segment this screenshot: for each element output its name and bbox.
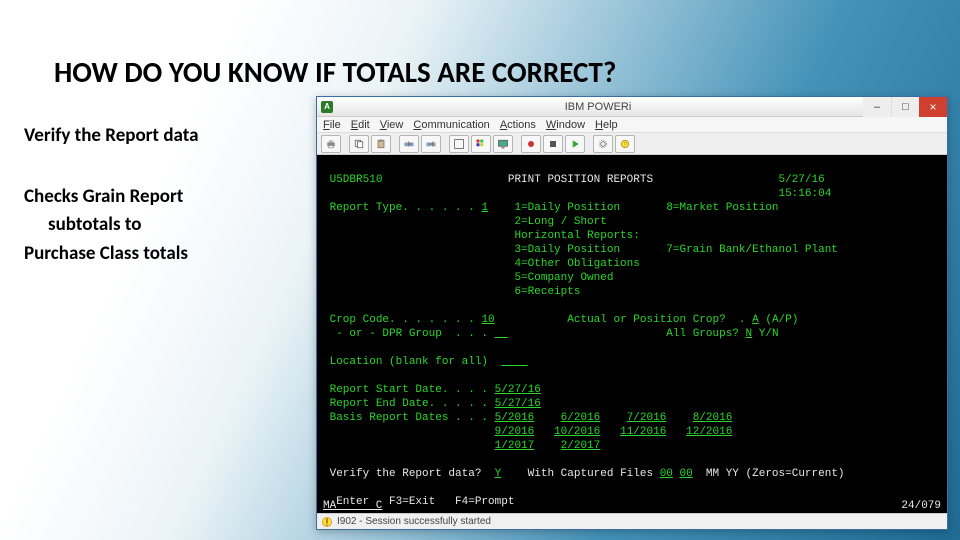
help-icon[interactable]: ? [615,135,635,153]
input-basis-7[interactable]: 11/2016 [620,426,666,438]
input-location[interactable] [501,356,527,368]
input-basis-8[interactable]: 12/2016 [686,426,732,438]
copy-icon[interactable] [349,135,369,153]
slide-text-purchase: Purchase Class totals [24,242,284,267]
field-dates: Report Start Date. . . . 5/27/16 Report … [323,384,732,452]
screen-header: U5DBR510 PRINT POSITION REPORTS 5/27/16 … [323,174,831,200]
input-start-date[interactable]: 5/27/16 [495,384,541,396]
menu-communication[interactable]: Communication [413,119,489,131]
input-basis-6[interactable]: 10/2016 [554,426,600,438]
menu-file[interactable]: File [323,119,341,131]
toolbar: ? [317,133,947,155]
field-location: Location (blank for all) [323,356,528,368]
menu-bar[interactable]: File Edit View Communication Actions Win… [317,117,947,133]
slide-left-column: Verify the Report data Checks Grain Repo… [24,124,284,271]
field-crop: Crop Code. . . . . . . 10 Actual or Posi… [323,314,798,340]
input-basis-10[interactable]: 2/2017 [561,440,601,452]
settings-icon[interactable] [593,135,613,153]
input-captured-mm[interactable]: 00 [660,468,673,480]
maximize-button[interactable]: □ [891,97,919,117]
input-basis-5[interactable]: 9/2016 [495,426,535,438]
status-ma: MA C [323,499,382,513]
input-crop-code[interactable]: 10 [481,314,494,326]
terminal-window: A IBM POWERi – □ × File Edit View Commun… [316,96,948,530]
input-captured-yy[interactable]: 00 [680,468,693,480]
receive-icon[interactable] [421,135,441,153]
input-basis-4[interactable]: 8/2016 [693,412,733,424]
slide-text-checks: Checks Grain Report [24,185,284,210]
status-cursor-pos: 24/079 [901,499,941,513]
menu-edit[interactable]: Edit [351,119,370,131]
input-basis-3[interactable]: 7/2016 [627,412,667,424]
input-basis-2[interactable]: 6/2016 [561,412,601,424]
send-icon[interactable] [399,135,419,153]
input-end-date[interactable]: 5/27/16 [495,398,541,410]
status-bar: I902 - Session successfully started [317,513,947,529]
minimize-button[interactable]: – [863,97,891,117]
slide-root: HOW DO YOU KNOW IF TOTALS ARE CORRECT? V… [0,0,960,540]
input-verify[interactable]: Y [495,468,502,480]
paste-icon[interactable] [371,135,391,153]
slide-title: HOW DO YOU KNOW IF TOTALS ARE CORRECT? [54,54,616,90]
info-icon [321,516,333,528]
slide-text-subtotals: subtotals to [24,213,284,238]
close-button[interactable]: × [919,97,947,117]
full-screen-icon[interactable] [449,135,469,153]
input-all-groups[interactable]: N [746,328,753,340]
statusbar-text: I902 - Session successfully started [337,516,491,527]
input-basis-1[interactable]: 5/2016 [495,412,535,424]
color-map-icon[interactable] [471,135,491,153]
input-report-type[interactable]: 1 [481,202,488,214]
title-bar[interactable]: A IBM POWERi – □ × [317,97,947,117]
display-icon[interactable] [493,135,513,153]
input-dpr-group[interactable] [495,328,508,340]
menu-actions[interactable]: Actions [500,119,536,131]
input-crop-ap[interactable]: A [752,314,759,326]
menu-view[interactable]: View [380,119,404,131]
field-report-type: Report Type. . . . . . 1 1=Daily Positio… [323,202,838,298]
record-icon[interactable] [521,135,541,153]
play-icon[interactable] [565,135,585,153]
app-icon: A [321,101,333,113]
stop-icon[interactable] [543,135,563,153]
window-title: IBM POWERi [333,101,863,113]
input-basis-9[interactable]: 1/2017 [495,440,535,452]
slide-text-verify: Verify the Report data [24,124,284,149]
menu-window[interactable]: Window [546,119,585,131]
printer-icon[interactable] [321,135,341,153]
field-verify: Verify the Report data? Y With Captured … [323,468,845,480]
menu-help[interactable]: Help [595,119,618,131]
terminal-screen[interactable]: U5DBR510 PRINT POSITION REPORTS 5/27/16 … [317,155,947,513]
